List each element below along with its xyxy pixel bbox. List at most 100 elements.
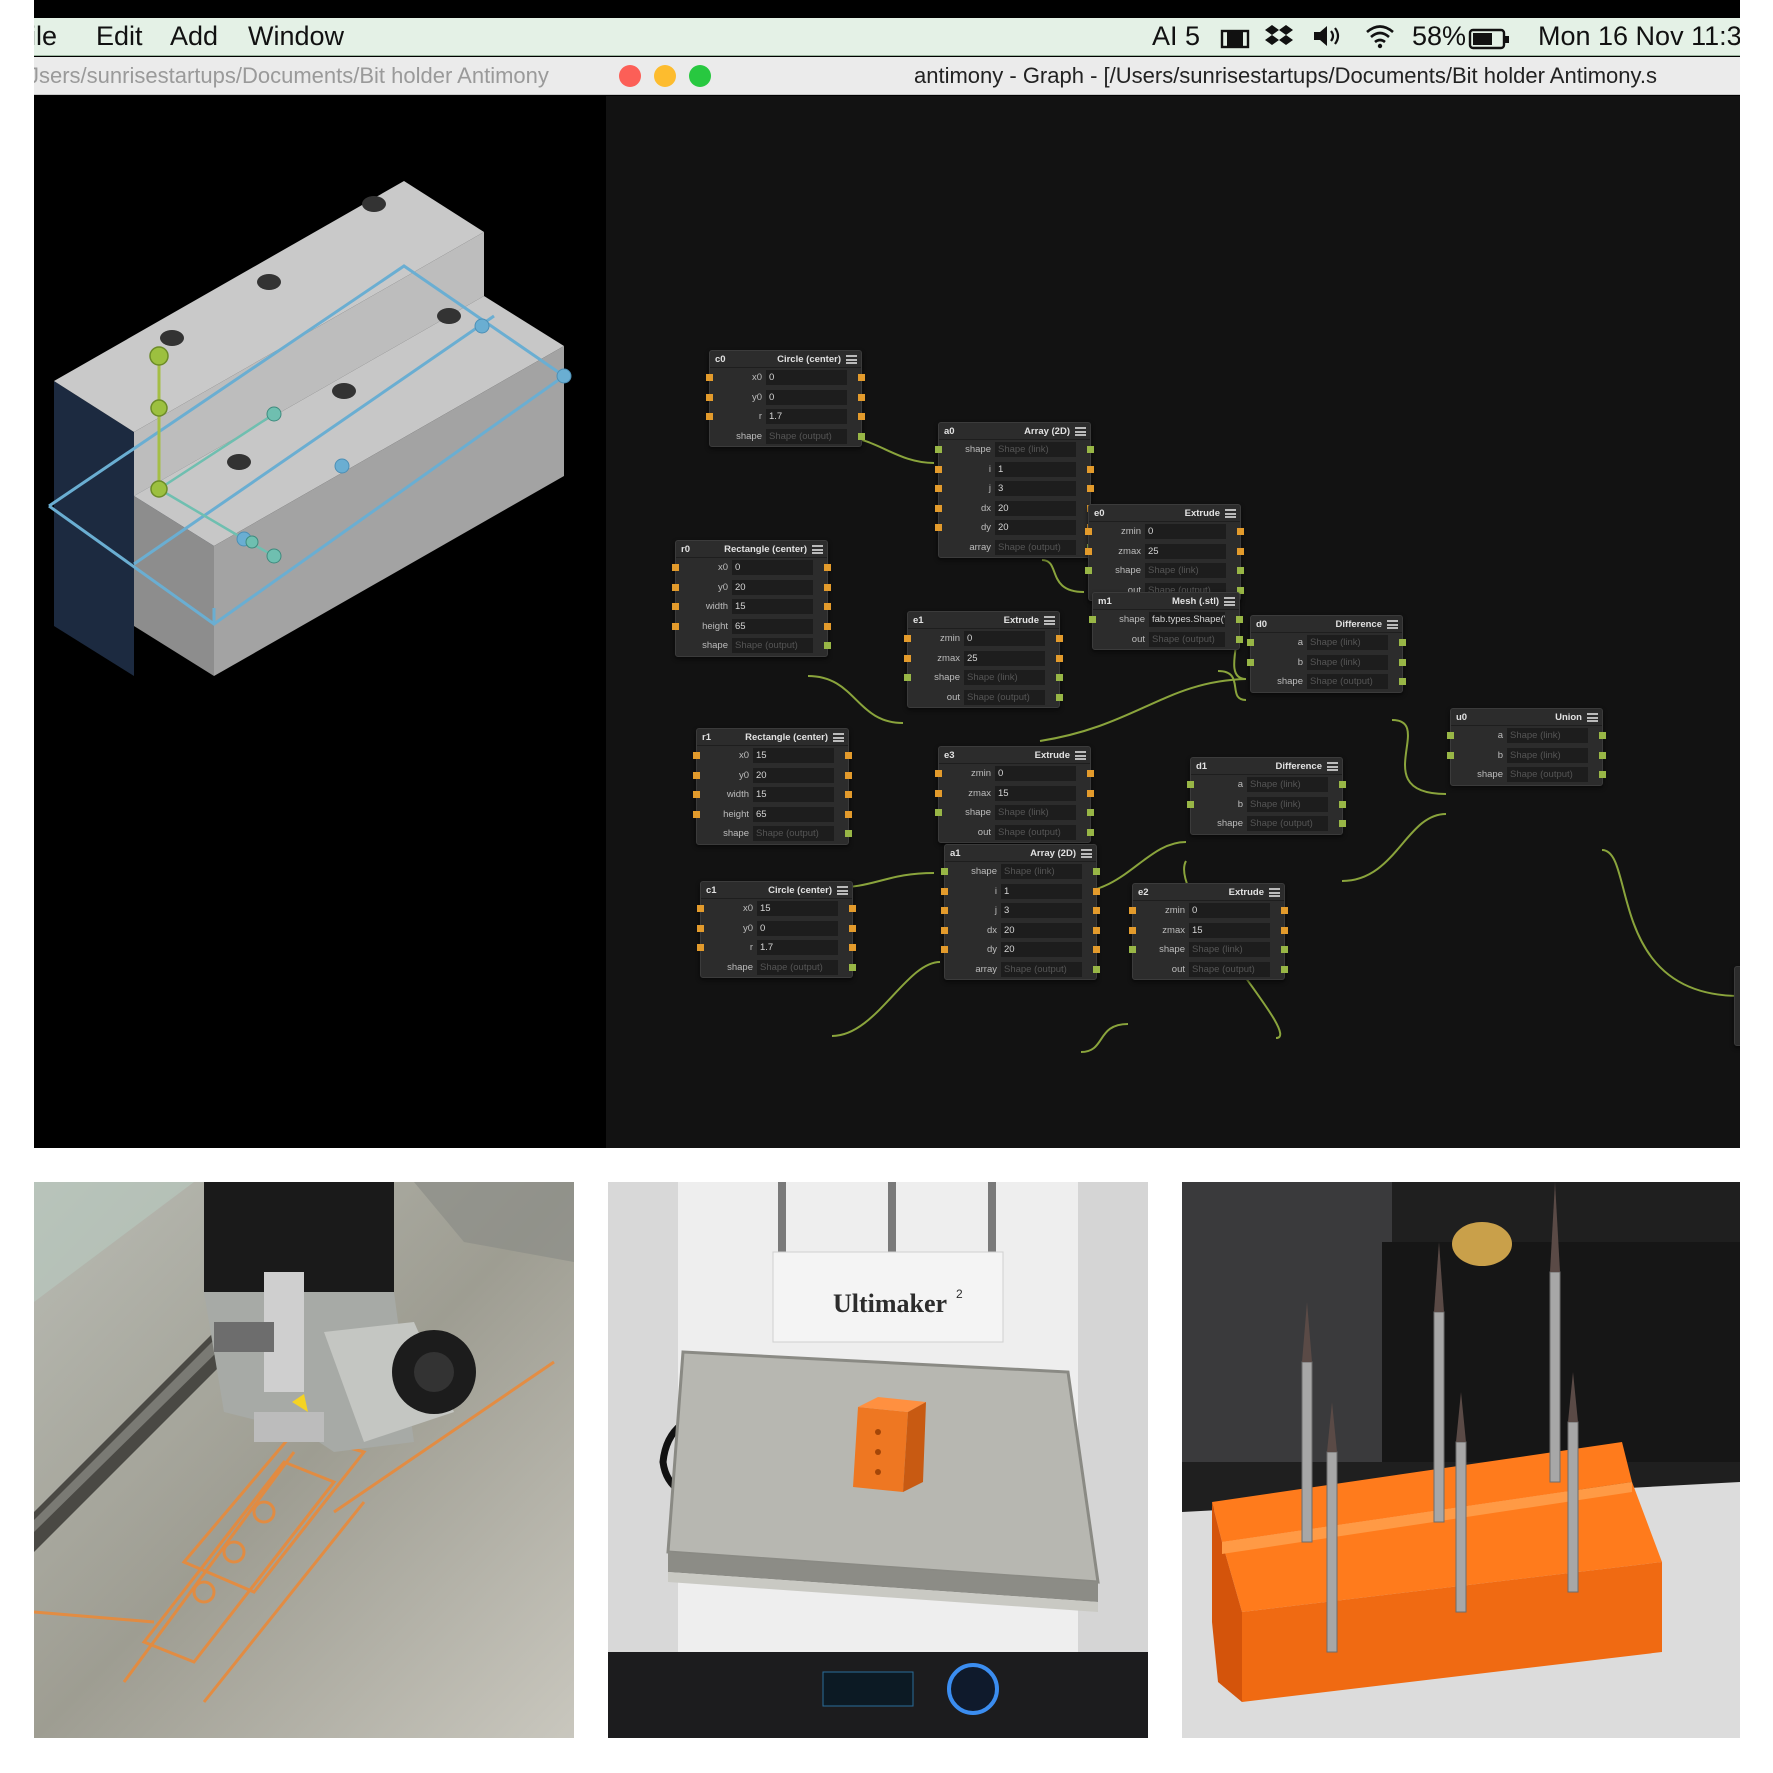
node-header[interactable]: u0 Union <box>1451 709 1602 726</box>
row-value-field[interactable]: 15 <box>1189 922 1270 938</box>
3d-viewport[interactable] <box>34 96 606 1148</box>
input-port[interactable] <box>904 654 911 662</box>
output-port[interactable] <box>845 791 852 798</box>
node-offscreen[interactable] <box>1734 966 1740 1046</box>
input-port[interactable] <box>1187 800 1194 808</box>
node-header[interactable]: e3 Extrude <box>939 747 1090 764</box>
output-port[interactable] <box>1599 751 1606 759</box>
output-port[interactable] <box>1281 907 1288 914</box>
output-port[interactable] <box>1281 946 1288 953</box>
row-value-field[interactable]: 65 <box>732 618 813 634</box>
row-value-field[interactable]: 0 <box>766 370 847 385</box>
input-port[interactable] <box>1129 907 1136 914</box>
output-port[interactable] <box>1087 446 1094 453</box>
row-value-field[interactable]: Shape (output) <box>1149 631 1225 647</box>
node-header[interactable]: d0 Difference <box>1251 616 1402 633</box>
wifi-icon[interactable] <box>1364 22 1396 58</box>
input-port[interactable] <box>1085 567 1092 574</box>
output-port[interactable] <box>1087 485 1094 492</box>
input-port[interactable] <box>693 810 700 818</box>
input-port[interactable] <box>672 564 679 571</box>
output-port[interactable] <box>1093 965 1100 973</box>
row-value-field[interactable]: 1 <box>1001 883 1082 899</box>
row-value-field[interactable]: Shape (link) <box>1507 747 1588 763</box>
node-graph-canvas[interactable]: c0 Circle (center) x0 0 y0 0 r 1.7 shape Shape (o… <box>606 96 1740 1148</box>
row-value-field[interactable]: 25 <box>964 650 1045 666</box>
node-c0[interactable]: c0 Circle (center) x0 0 y0 0 r 1.7 shape Shape (o… <box>706 350 865 447</box>
output-port[interactable] <box>858 374 865 381</box>
row-value-field[interactable]: 20 <box>732 579 813 595</box>
volume-icon[interactable] <box>1312 22 1346 58</box>
output-port[interactable] <box>1599 732 1606 739</box>
output-port[interactable] <box>858 413 865 420</box>
output-port[interactable] <box>1236 635 1243 643</box>
output-port[interactable] <box>1237 567 1244 574</box>
input-port[interactable] <box>706 374 713 381</box>
input-port[interactable] <box>1085 547 1092 555</box>
output-port[interactable] <box>1281 926 1288 934</box>
output-port[interactable] <box>824 642 831 649</box>
output-port[interactable] <box>1339 820 1346 827</box>
node-header[interactable]: a0 Array (2D) <box>939 423 1090 440</box>
node-e1[interactable]: e1 Extrude zmin 0 zmax 25 shape Shape (link) out… <box>904 611 1063 708</box>
input-port[interactable] <box>904 674 911 681</box>
bit-holder-3d-render[interactable] <box>34 96 606 1148</box>
input-port[interactable] <box>1447 751 1454 759</box>
output-port[interactable] <box>1093 926 1100 934</box>
row-value-field[interactable]: Shape (link) <box>995 442 1076 457</box>
row-value-field[interactable]: 1 <box>995 461 1076 477</box>
node-m1[interactable]: m1 Mesh (.stl) shape fab.types.Shape('+1;')… <box>1089 592 1243 650</box>
input-port[interactable] <box>1247 658 1254 666</box>
input-port[interactable] <box>935 446 942 453</box>
row-value-field[interactable]: 15 <box>753 748 834 763</box>
row-value-field[interactable]: fab.types.Shape('+1;') <box>1149 612 1225 627</box>
input-port[interactable] <box>706 413 713 420</box>
output-port[interactable] <box>1093 887 1100 895</box>
input-port[interactable] <box>672 622 679 630</box>
input-port[interactable] <box>697 944 704 951</box>
node-header[interactable]: e1 Extrude <box>908 612 1059 629</box>
row-value-field[interactable]: Shape (link) <box>1247 777 1328 792</box>
input-port[interactable] <box>1247 639 1254 646</box>
node-menu-icon[interactable] <box>1075 751 1086 760</box>
output-port[interactable] <box>1237 528 1244 535</box>
output-port[interactable] <box>1399 658 1406 666</box>
node-menu-icon[interactable] <box>846 355 857 364</box>
row-value-field[interactable]: Shape (output) <box>964 689 1045 705</box>
output-port[interactable] <box>1093 907 1100 914</box>
row-value-field[interactable]: 20 <box>1001 942 1082 957</box>
input-port[interactable] <box>693 771 700 779</box>
node-menu-icon[interactable] <box>1224 597 1235 606</box>
input-port[interactable] <box>1447 732 1454 739</box>
output-port[interactable] <box>1093 868 1100 875</box>
node-menu-icon[interactable] <box>1587 713 1598 722</box>
node-menu-icon[interactable] <box>1081 849 1092 858</box>
node-header[interactable]: a1 Array (2D) <box>945 845 1096 862</box>
row-value-field[interactable]: 25 <box>1145 543 1226 559</box>
output-port[interactable] <box>1087 789 1094 797</box>
node-r0[interactable]: r0 Rectangle (center) x0 0 y0 20 width 15 height… <box>672 540 831 657</box>
input-port[interactable] <box>1089 616 1096 623</box>
input-port[interactable] <box>693 791 700 798</box>
input-port[interactable] <box>904 635 911 642</box>
node-menu-icon[interactable] <box>1225 509 1236 518</box>
adobe-status[interactable]: AI 5 <box>1152 18 1200 54</box>
row-value-field[interactable]: Shape (output) <box>766 428 847 444</box>
output-port[interactable] <box>824 622 831 630</box>
row-value-field[interactable]: Shape (link) <box>964 670 1045 685</box>
close-window-button[interactable] <box>619 65 641 87</box>
row-value-field[interactable]: Shape (link) <box>1189 942 1270 957</box>
node-menu-icon[interactable] <box>1044 616 1055 625</box>
row-value-field[interactable]: 15 <box>995 785 1076 801</box>
output-port[interactable] <box>1599 771 1606 778</box>
row-value-field[interactable]: Shape (output) <box>1189 961 1270 977</box>
input-port[interactable] <box>941 887 948 895</box>
node-a1[interactable]: a1 Array (2D) shape Shape (link) i 1 j 3 dx 20 dy 2… <box>941 844 1100 980</box>
node-menu-icon[interactable] <box>1269 888 1280 897</box>
row-value-field[interactable]: 20 <box>753 767 834 783</box>
row-value-field[interactable]: 0 <box>995 766 1076 781</box>
output-port[interactable] <box>1399 678 1406 685</box>
input-port[interactable] <box>1129 946 1136 953</box>
row-value-field[interactable]: Shape (output) <box>732 638 813 653</box>
row-value-field[interactable]: 0 <box>1145 524 1226 539</box>
